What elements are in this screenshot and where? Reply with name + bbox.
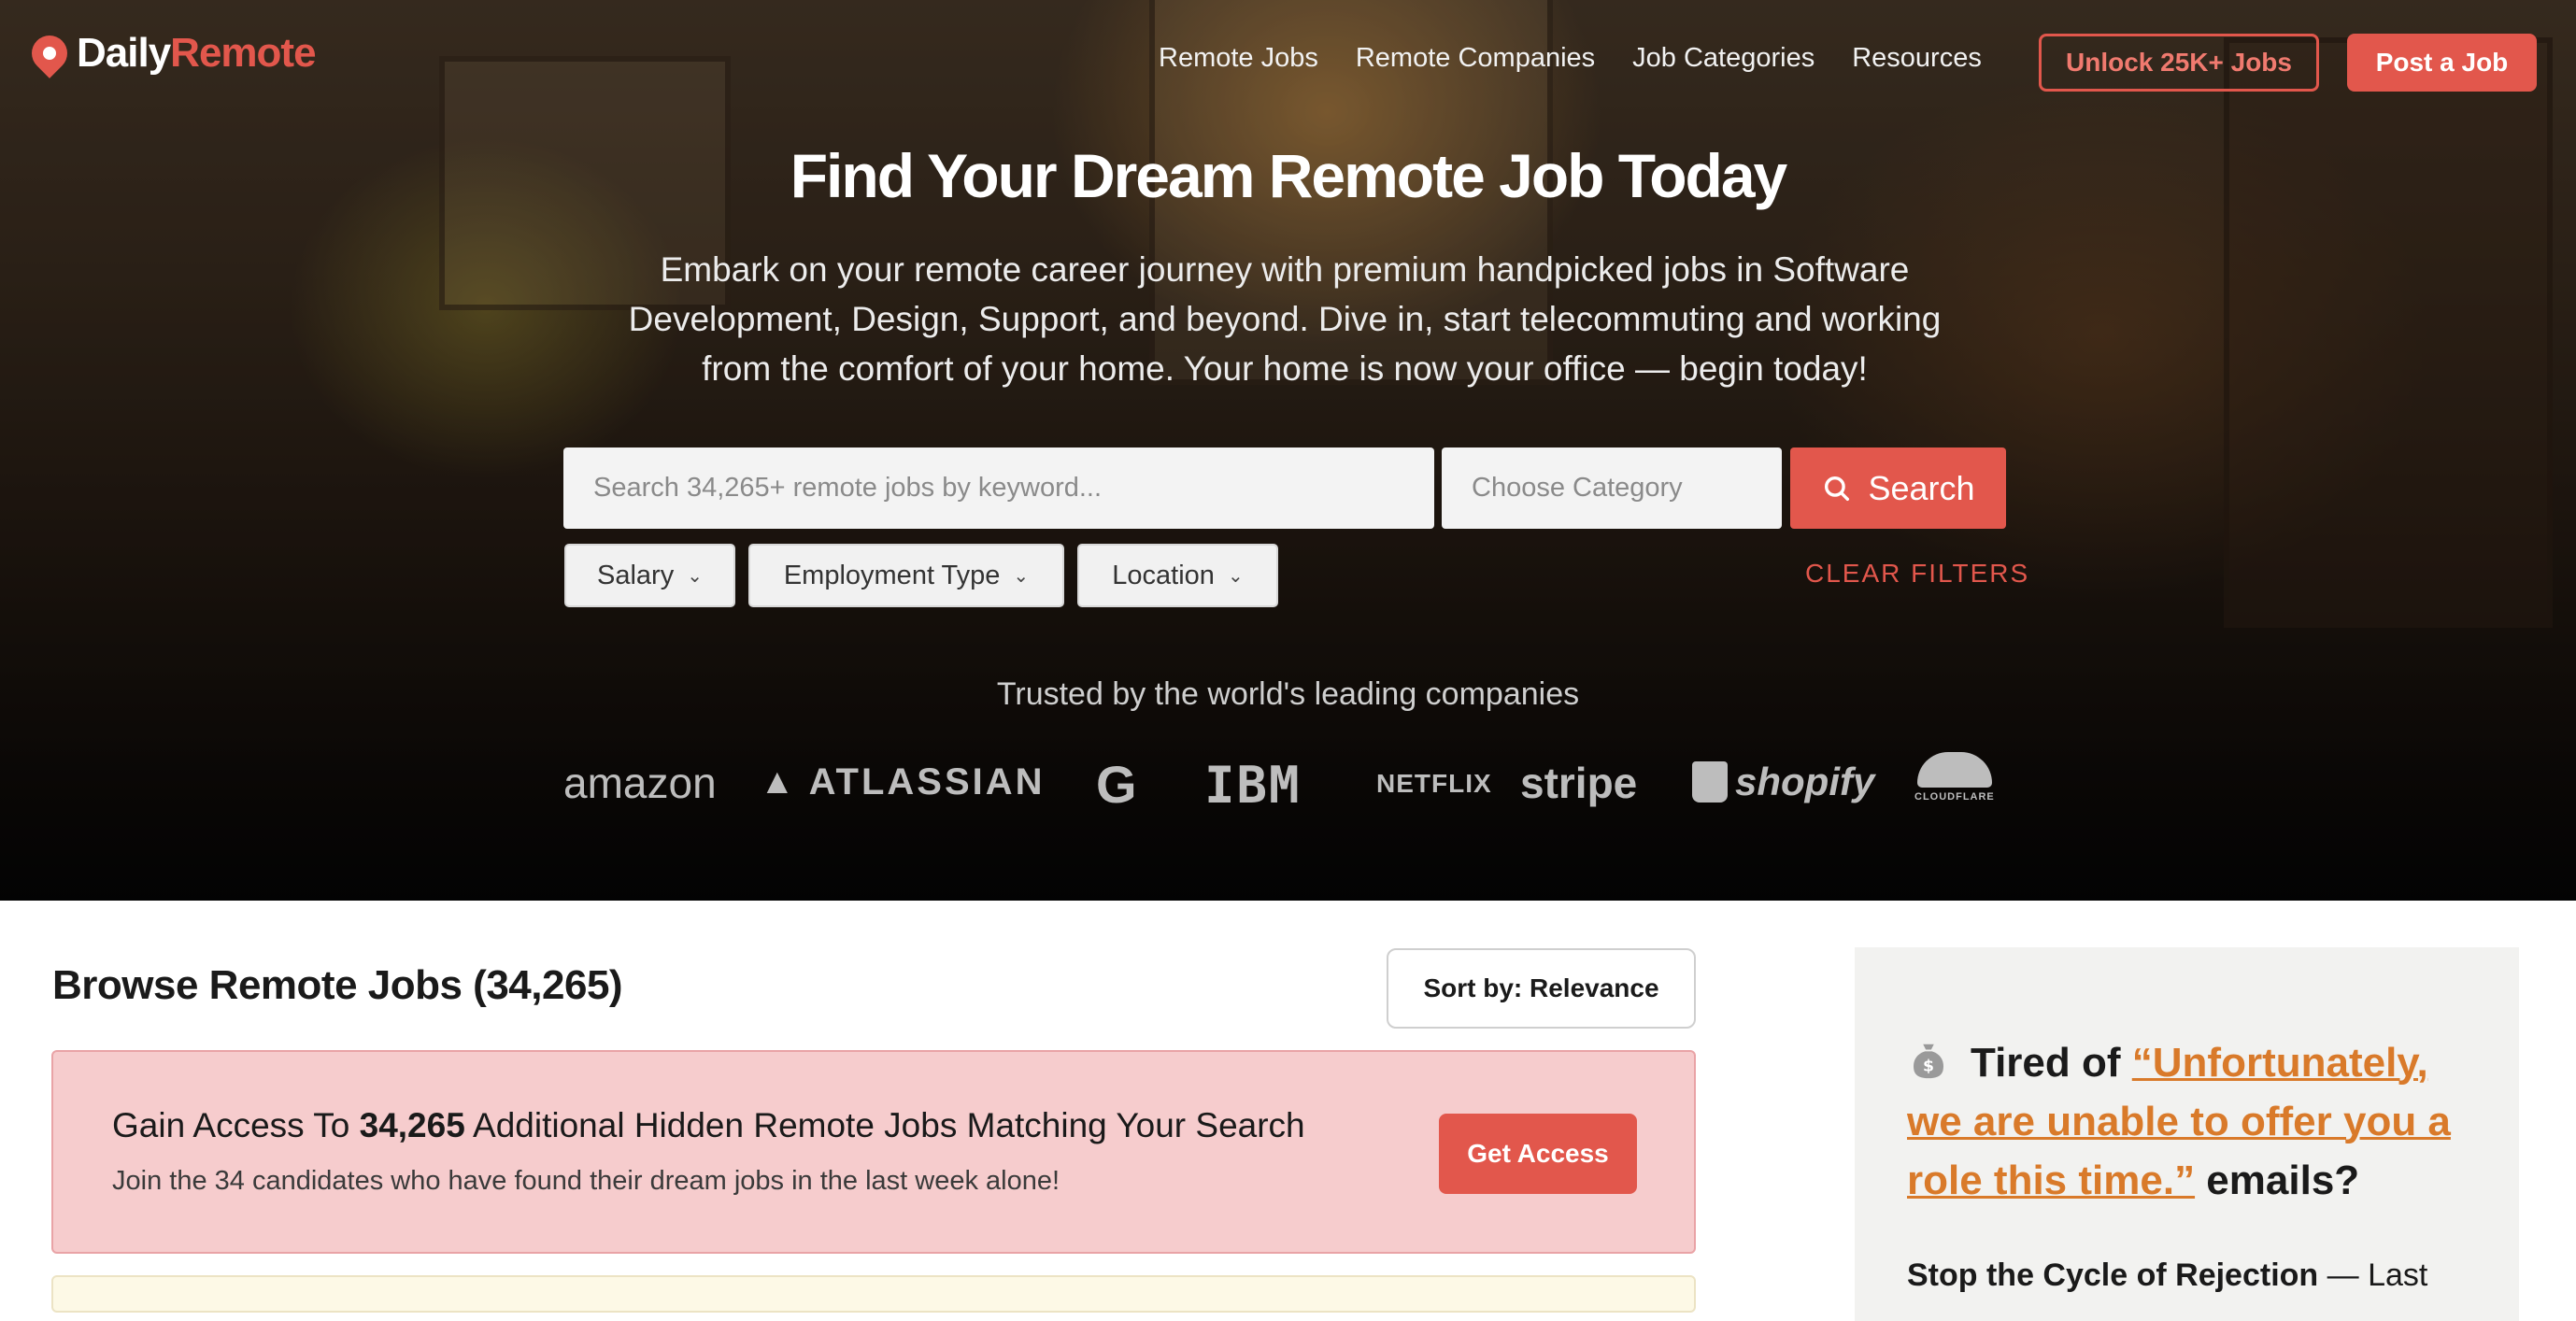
chevron-down-icon: ⌄ <box>687 565 703 587</box>
netflix-logo: NETFLIX <box>1376 769 1492 798</box>
stripe-logo: stripe <box>1520 759 1638 807</box>
nav-remote-companies[interactable]: Remote Companies <box>1356 43 1595 74</box>
map-pin-icon <box>24 28 75 78</box>
shopping-bag-icon <box>1692 761 1728 803</box>
hero-section: Daily Remote Remote Jobs Remote Companie… <box>0 0 2576 901</box>
filter-salary-label: Salary <box>597 560 675 590</box>
logo-text-accent: Remote <box>170 30 316 76</box>
atlassian-icon: ▲ <box>760 762 798 802</box>
trusted-label: Trusted by the world's leading companies <box>996 676 1580 712</box>
ibm-logo: IBM <box>1204 756 1302 815</box>
sort-dropdown[interactable]: Sort by: Relevance <box>1387 948 1696 1029</box>
filter-salary[interactable]: Salary ⌄ <box>564 544 735 607</box>
promo-subtitle: Join the 34 candidates who have found th… <box>112 1166 1060 1196</box>
post-job-button[interactable]: Post a Job <box>2347 34 2537 92</box>
amazon-logo: amazon <box>563 759 717 807</box>
search-button[interactable]: Search <box>1790 447 2006 529</box>
clear-filters-link[interactable]: CLEAR FILTERS <box>1805 559 2029 589</box>
unlock-jobs-button[interactable]: Unlock 25K+ Jobs <box>2039 34 2319 92</box>
chevron-down-icon: ⌄ <box>1013 565 1030 587</box>
company-logos: amazon ▲ ATLASSIAN G IBM NETFLIX stripe … <box>563 752 2002 817</box>
hidden-jobs-promo: Gain Access To 34,265 Additional Hidden … <box>51 1050 1696 1254</box>
atlassian-logo: ▲ ATLASSIAN <box>760 761 1046 803</box>
cloudflare-logo: CLOUDFLARE <box>1914 752 1995 803</box>
nav-resources[interactable]: Resources <box>1852 43 1982 74</box>
get-access-button[interactable]: Get Access <box>1439 1114 1637 1194</box>
sidebar-heading: $ Tired of “Unfortunately, we are unable… <box>1907 1040 2451 1203</box>
money-bag-icon: $ <box>1914 1044 1943 1079</box>
svg-text:$: $ <box>1923 1058 1934 1076</box>
main-nav: Remote Jobs Remote Companies Job Categor… <box>1159 43 1982 74</box>
sidebar-panel: $ Tired of “Unfortunately, we are unable… <box>1855 947 2519 1321</box>
search-button-label: Search <box>1868 468 1975 507</box>
shopify-logo: shopify <box>1692 760 1874 804</box>
hero-title: Find Your Dream Remote Job Today <box>790 141 1788 210</box>
hero-subtitle: Embark on your remote career journey wit… <box>628 250 1942 388</box>
sidebar-subheading: Stop the Cycle of Rejection — Last <box>1907 1257 2428 1293</box>
browse-jobs-title: Browse Remote Jobs (34,265) <box>52 962 623 1008</box>
filter-location-label: Location <box>1112 560 1215 590</box>
filter-employment-type-label: Employment Type <box>783 560 1001 590</box>
chevron-down-icon: ⌄ <box>1227 565 1244 587</box>
logo-text-primary: Daily <box>77 30 171 76</box>
filter-location[interactable]: Location ⌄ <box>1077 544 1278 607</box>
filter-employment-type[interactable]: Employment Type ⌄ <box>748 544 1064 607</box>
search-icon <box>1825 476 1850 501</box>
promo-count: 34,265 <box>359 1106 465 1144</box>
search-input[interactable]: Search 34,265+ remote jobs by keyword... <box>563 447 1434 529</box>
nav-job-categories[interactable]: Job Categories <box>1632 43 1815 74</box>
job-card[interactable] <box>51 1275 1696 1313</box>
nav-remote-jobs[interactable]: Remote Jobs <box>1159 43 1318 74</box>
site-logo[interactable]: Daily Remote <box>24 28 317 78</box>
promo-title: Gain Access To 34,265 Additional Hidden … <box>112 1106 1305 1144</box>
google-logo: G <box>1096 755 1137 814</box>
cloud-icon <box>1916 752 1992 788</box>
category-select[interactable]: Choose Category <box>1442 447 1782 529</box>
